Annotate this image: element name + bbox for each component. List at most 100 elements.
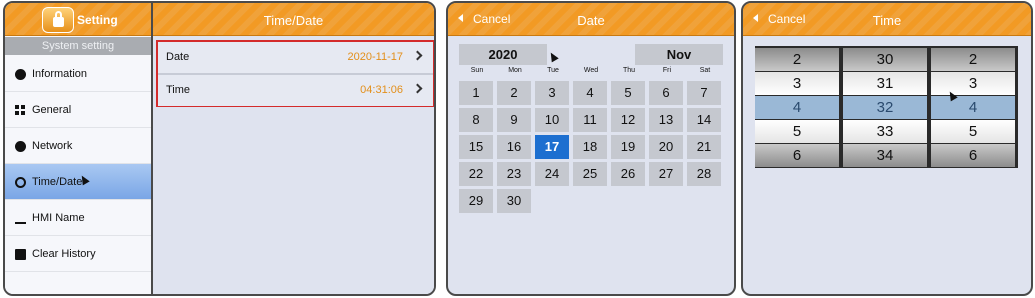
time-value: 04:31:06 xyxy=(360,84,403,96)
day-cell[interactable]: 26 xyxy=(611,162,645,186)
info-icon xyxy=(15,69,26,80)
hour-wheel[interactable]: 23456 xyxy=(755,46,839,168)
wheel-value: 2 xyxy=(755,48,839,71)
day-cell[interactable]: 12 xyxy=(611,108,645,132)
sidebar-item-label: Network xyxy=(32,140,73,152)
day-cell-selected[interactable]: 17 xyxy=(535,135,569,159)
highlight-box: Date 2020-11-17 Time 04:31:06 xyxy=(156,40,434,107)
day-cell[interactable]: 2 xyxy=(497,81,531,105)
sidebar-item-network[interactable]: Network xyxy=(5,128,151,164)
day-cell[interactable]: 24 xyxy=(535,162,569,186)
sidebar-item-label: HMI Name xyxy=(32,212,85,224)
weekday-label: Tue xyxy=(547,67,559,74)
day-cell[interactable]: 13 xyxy=(649,108,683,132)
wheel-value-selected: 4 xyxy=(755,96,839,119)
sidebar-item-label: General xyxy=(32,104,72,116)
day-cell[interactable]: 1 xyxy=(459,81,493,105)
sidebar-item-general[interactable]: General xyxy=(5,92,151,128)
sidebar-item-information[interactable]: Information xyxy=(5,56,151,92)
sidebar-header: Setting xyxy=(5,3,151,36)
wheel-value-selected: 4 xyxy=(931,96,1015,119)
time-label: Time xyxy=(166,84,191,96)
wheel-value-selected: 32 xyxy=(843,96,927,119)
day-cell[interactable]: 25 xyxy=(573,162,607,186)
day-cell[interactable]: 21 xyxy=(687,135,721,159)
day-cell[interactable]: 7 xyxy=(687,81,721,105)
pen-icon xyxy=(15,213,26,224)
day-cell[interactable]: 16 xyxy=(497,135,531,159)
wheel-value: 31 xyxy=(843,72,927,95)
date-label: Date xyxy=(166,51,190,63)
app-title: Setting xyxy=(77,13,118,27)
main-header: Time/Date xyxy=(153,3,434,36)
month-selector[interactable]: Nov xyxy=(635,44,723,65)
sidebar: Setting System setting Information Gener… xyxy=(5,3,153,294)
date-title: Date xyxy=(577,13,605,28)
time-title: Time xyxy=(872,13,902,28)
day-cell[interactable]: 28 xyxy=(687,162,721,186)
wheel-value: 34 xyxy=(843,144,927,167)
date-row[interactable]: Date 2020-11-17 xyxy=(158,42,433,73)
ip-icon xyxy=(15,141,26,152)
grid-icon xyxy=(15,105,25,115)
weekday-label: Fri xyxy=(662,67,672,74)
trash-icon xyxy=(15,249,26,260)
sidebar-item-clear-history[interactable]: Clear History xyxy=(5,236,151,272)
day-cell[interactable]: 8 xyxy=(459,108,493,132)
day-cell[interactable]: 5 xyxy=(611,81,645,105)
wheel-value: 5 xyxy=(931,120,1015,143)
day-cell[interactable]: 27 xyxy=(649,162,683,186)
day-cell[interactable]: 22 xyxy=(459,162,493,186)
day-cell[interactable]: 23 xyxy=(497,162,531,186)
day-cell[interactable]: 4 xyxy=(573,81,607,105)
section-label: System setting xyxy=(5,37,151,55)
settings-panel: Setting System setting Information Gener… xyxy=(3,1,436,296)
day-cell[interactable]: 3 xyxy=(535,81,569,105)
day-cell[interactable]: 18 xyxy=(573,135,607,159)
day-cell[interactable]: 14 xyxy=(687,108,721,132)
time-row[interactable]: Time 04:31:06 xyxy=(158,75,433,106)
minute-wheel[interactable]: 30 31 32 33 34 xyxy=(843,46,927,168)
day-cell[interactable]: 11 xyxy=(573,108,607,132)
page-title: Time/Date xyxy=(263,13,324,28)
weekday-label: Mon xyxy=(508,67,522,74)
day-cell[interactable]: 9 xyxy=(497,108,531,132)
wheel-value: 6 xyxy=(755,144,839,167)
day-cell[interactable]: 6 xyxy=(649,81,683,105)
clock-icon xyxy=(15,177,26,188)
second-wheel[interactable]: 23456 xyxy=(931,46,1015,168)
wheel-value: 30 xyxy=(843,48,927,71)
chevron-right-icon xyxy=(412,50,423,61)
weekday-label: Sat xyxy=(699,67,711,74)
time-header: Cancel Time xyxy=(743,3,1031,36)
day-cell[interactable]: 10 xyxy=(535,108,569,132)
wheel-value: 6 xyxy=(931,144,1015,167)
wheel-value: 3 xyxy=(931,72,1015,95)
wheel-value: 2 xyxy=(931,48,1015,71)
day-cell[interactable]: 30 xyxy=(497,189,531,213)
day-cell[interactable]: 15 xyxy=(459,135,493,159)
weekday-label: Wed xyxy=(583,67,599,74)
wheel-value: 3 xyxy=(755,72,839,95)
sidebar-item-partial[interactable] xyxy=(5,272,151,294)
wheel-value: 33 xyxy=(843,120,927,143)
day-cell[interactable]: 19 xyxy=(611,135,645,159)
year-selector[interactable]: 2020 xyxy=(459,44,547,65)
weekday-label: Sun xyxy=(470,67,484,74)
time-picker-panel: Cancel Time 2 3 4 5 6 30 31 32 33 34 2 3 4 5 6 xyxy=(741,1,1033,296)
sidebar-item-label: Information xyxy=(32,68,88,80)
date-header: Cancel Date xyxy=(448,3,734,36)
lock-icon xyxy=(42,7,74,33)
time-wheels: 2 3 4 5 6 30 31 32 33 34 2 3 4 5 6 xyxy=(755,46,1018,168)
sidebar-item-time-date[interactable]: Time/Date xyxy=(5,164,151,200)
weekday-label: Thu xyxy=(622,67,636,74)
sidebar-item-hmi-name[interactable]: HMI Name xyxy=(5,200,151,236)
settings-main: Time/Date Date 2020-11-17 Time 04:31:06 xyxy=(153,3,434,294)
date-picker-panel: Cancel Date 2020 Nov Sun Mon Tue Wed Thu Fri S… xyxy=(446,1,736,296)
sidebar-item-label: Time/Date xyxy=(32,176,83,188)
cursor-icon xyxy=(547,50,559,63)
chevron-right-icon xyxy=(412,83,423,94)
date-value: 2020-11-17 xyxy=(347,51,403,63)
day-cell[interactable]: 29 xyxy=(459,189,493,213)
day-cell[interactable]: 20 xyxy=(649,135,683,159)
